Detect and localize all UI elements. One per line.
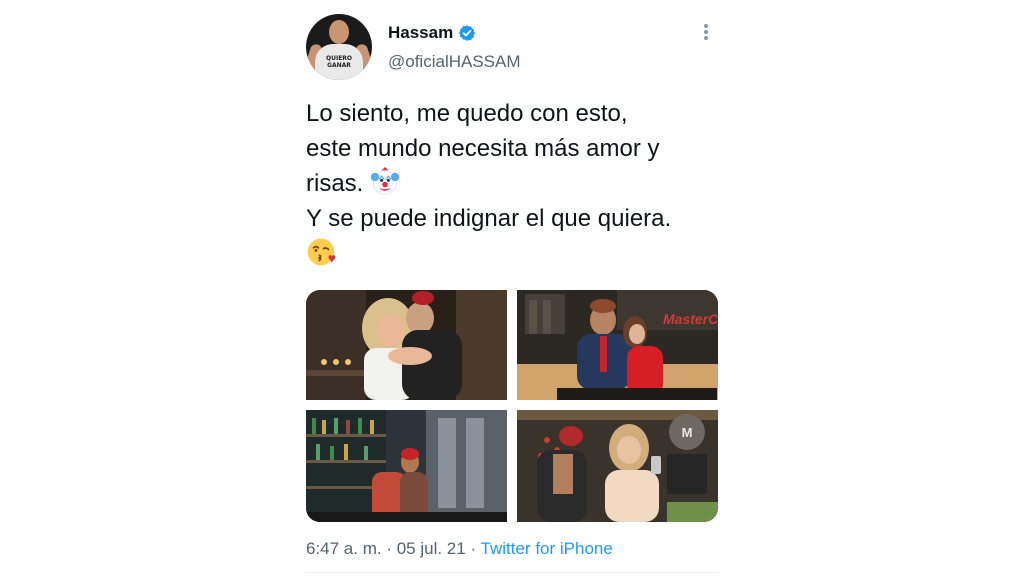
photo-2-sign: MasterChef (663, 311, 718, 327)
photo-2[interactable]: MasterChef (517, 290, 718, 400)
tweet-line-4: Y se puede indignar el que quiera. (306, 205, 672, 232)
tweet-line-2: este mundo necesita más amor y (306, 135, 660, 162)
divider (306, 572, 718, 573)
tweet-source-link[interactable]: Twitter for iPhone (481, 539, 613, 558)
photo-3[interactable] (306, 410, 507, 522)
clown-face-emoji-icon (370, 167, 400, 195)
meta-separator-2: · (465, 539, 481, 558)
tweet-card: QUIERO GANAR Hassam @oficialHASSAM Lo si… (306, 0, 718, 576)
tweet-date[interactable]: 05 jul. 21 (397, 539, 466, 558)
avatar-shirt-text: QUIERO GANAR (325, 55, 353, 69)
meta-separator-1: · (381, 539, 397, 558)
avatar-head (329, 20, 349, 44)
svg-text:M: M (682, 425, 693, 440)
photo-1[interactable] (306, 290, 507, 400)
verified-badge-icon (459, 25, 476, 41)
more-options-icon[interactable] (702, 24, 710, 44)
tweet-text: Lo siento, me quedo con esto, este mundo… (306, 96, 718, 271)
tweet-line-5 (306, 236, 718, 271)
author-name[interactable]: Hassam (388, 23, 453, 43)
face-blowing-kiss-emoji-icon (307, 238, 336, 266)
tweet-line-3: risas. (306, 166, 718, 201)
tweet-time[interactable]: 6:47 a. m. (306, 539, 382, 558)
tweet-line-1: Lo siento, me quedo con esto, (306, 100, 628, 127)
avatar[interactable]: QUIERO GANAR (306, 14, 372, 80)
media-grid: MasterChef (306, 290, 718, 522)
author-handle[interactable]: @oficialHASSAM (388, 52, 521, 72)
photo-4[interactable]: M (517, 410, 718, 522)
tweet-line-3-text: risas. (306, 170, 364, 197)
author-name-row: Hassam (388, 22, 476, 44)
tweet-meta: 6:47 a. m. · 05 jul. 21 · Twitter for iP… (306, 539, 613, 559)
